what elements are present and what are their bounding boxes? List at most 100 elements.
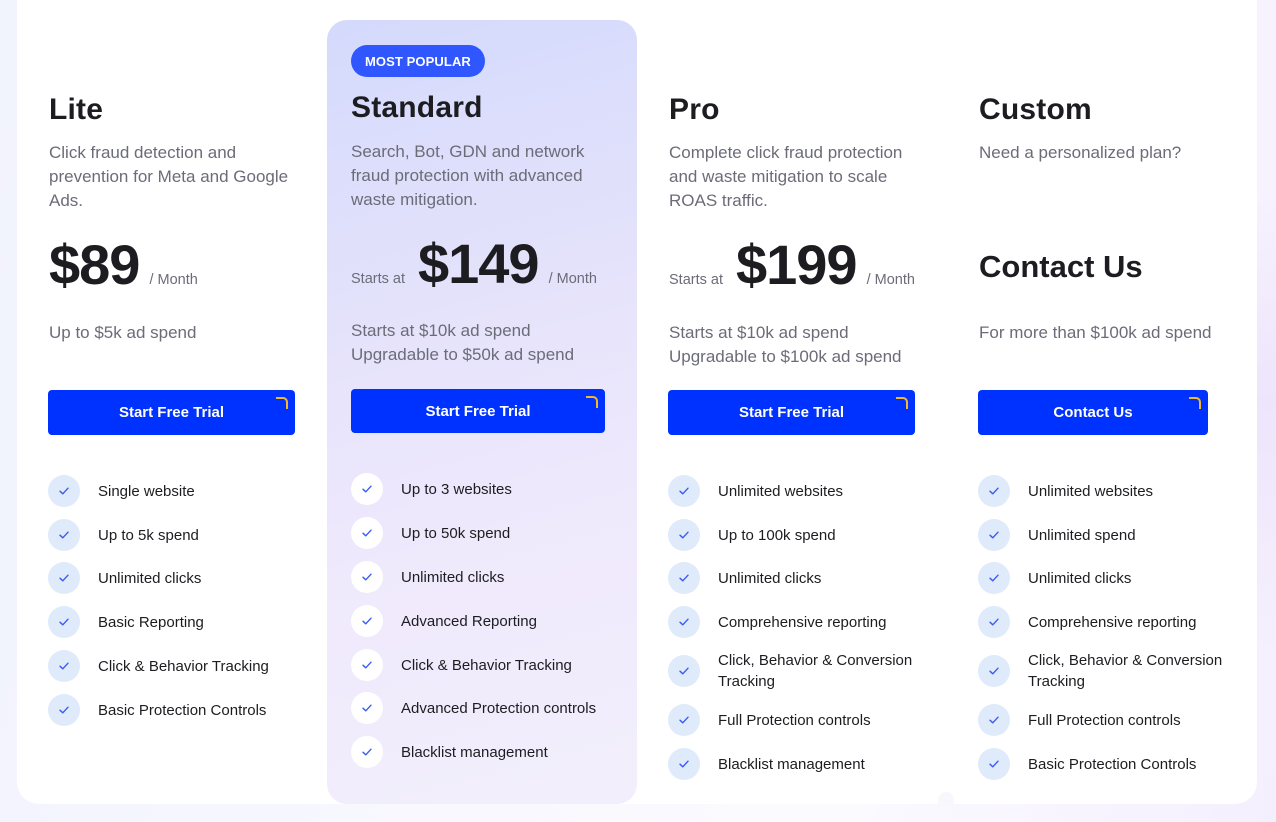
contact-us-button[interactable]: Contact Us	[978, 390, 1208, 435]
feature-item: Up to 3 websites	[351, 473, 512, 505]
plan-card-standard: MOST POPULAR Standard Search, Bot, GDN a…	[327, 20, 637, 804]
check-icon	[978, 655, 1010, 687]
feature-label: Comprehensive reporting	[718, 613, 887, 631]
feature-item: Up to 5k spend	[48, 519, 199, 551]
button-label: Start Free Trial	[738, 404, 845, 421]
ad-spend-line: Upgradable to $50k ad spend	[351, 345, 575, 364]
feature-label: Basic Protection Controls	[98, 701, 267, 719]
feature-item: Click & Behavior Tracking	[351, 649, 572, 681]
ad-spend-info: Up to $5k ad spend	[49, 321, 196, 345]
ad-spend-info: For more than $100k ad spend	[979, 321, 1211, 345]
check-icon	[668, 519, 700, 551]
check-icon	[351, 736, 383, 768]
feature-label: Single website	[98, 482, 195, 500]
button-label: Start Free Trial	[425, 402, 531, 420]
check-icon	[668, 562, 700, 594]
feature-item: Basic Reporting	[48, 606, 204, 638]
contact-heading: Contact Us	[979, 249, 1143, 284]
feature-label: Unlimited clicks	[401, 568, 505, 586]
billing-period: / Month	[866, 272, 915, 288]
check-icon	[668, 475, 700, 507]
plan-name: Pro	[669, 93, 720, 126]
price: $89	[49, 233, 140, 296]
feature-label: Comprehensive reporting	[1028, 613, 1197, 631]
plan-card-custom: Custom Need a personalized plan? Contact…	[947, 0, 1257, 804]
feature-label: Unlimited clicks	[98, 569, 202, 587]
ad-spend-line: Upgradable to $100k ad spend	[669, 347, 902, 366]
plan-card-pro: Pro Complete click fraud protection and …	[637, 0, 947, 804]
price: $149	[418, 232, 540, 295]
plan-card-lite: Lite Click fraud detection and preventio…	[17, 0, 327, 804]
feature-item: Full Protection controls	[978, 704, 1181, 736]
billing-period: / Month	[149, 272, 198, 288]
ad-spend-info: Starts at $10k ad spend Upgradable to $1…	[669, 321, 902, 369]
check-icon	[351, 605, 383, 637]
corner-accent-icon	[586, 396, 598, 408]
price-row: Starts at $149 / Month	[351, 231, 597, 296]
plan-description: Complete click fraud protection and wast…	[669, 143, 903, 210]
price: $199	[736, 233, 858, 296]
feature-item: Comprehensive reporting	[978, 606, 1196, 638]
corner-accent-icon	[276, 397, 288, 409]
feature-label: Full Protection controls	[718, 711, 871, 729]
check-icon	[668, 748, 700, 780]
feature-label: Advanced Reporting	[401, 612, 537, 630]
plan-name: Standard	[351, 91, 483, 124]
starts-at-label: Starts at	[351, 271, 405, 287]
check-icon	[978, 704, 1010, 736]
feature-label: Up to 5k spend	[98, 526, 199, 544]
check-icon	[48, 694, 80, 726]
check-icon	[48, 606, 80, 638]
feature-label: Blacklist management	[401, 743, 548, 761]
feature-item: Basic Protection Controls	[978, 748, 1196, 780]
feature-item: Blacklist management	[668, 748, 865, 780]
ad-spend-line: Starts at $10k ad spend	[351, 321, 531, 340]
feature-item: Unlimited clicks	[668, 562, 821, 594]
button-label: Start Free Trial	[118, 404, 225, 421]
feature-label: Up to 100k spend	[718, 526, 836, 544]
feature-label: Full Protection controls	[1028, 711, 1181, 729]
feature-item: Up to 50k spend	[351, 517, 510, 549]
feature-item: Click & Behavior Tracking	[48, 650, 269, 682]
start-free-trial-button[interactable]: Start Free Trial	[668, 390, 915, 435]
feature-label: Click & Behavior Tracking	[401, 656, 572, 674]
feature-item: Basic Protection Controls	[48, 694, 266, 726]
check-icon	[978, 519, 1010, 551]
feature-label: Click, Behavior & Conversion Tracking	[1028, 652, 1223, 690]
feature-item: Advanced Reporting	[351, 605, 537, 637]
check-icon	[351, 517, 383, 549]
feature-label: Unlimited clicks	[718, 569, 822, 587]
plan-description: Need a personalized plan?	[979, 143, 1182, 162]
check-icon	[48, 475, 80, 507]
feature-label: Click & Behavior Tracking	[98, 657, 269, 675]
feature-label: Up to 50k spend	[401, 524, 511, 542]
button-label: Contact Us	[1053, 404, 1133, 421]
background-glow	[1257, 190, 1276, 660]
start-free-trial-button[interactable]: Start Free Trial	[351, 389, 605, 433]
check-icon	[351, 692, 383, 724]
feature-item: Comprehensive reporting	[668, 606, 886, 638]
feature-label: Unlimited websites	[718, 482, 844, 500]
check-icon	[351, 561, 383, 593]
check-icon	[978, 562, 1010, 594]
feature-item: Unlimited clicks	[48, 562, 201, 594]
ad-spend-line: Starts at $10k ad spend	[669, 323, 849, 342]
start-free-trial-button[interactable]: Start Free Trial	[48, 390, 295, 435]
plan-description: Search, Bot, GDN and network fraud prote…	[351, 142, 585, 209]
feature-item: Unlimited clicks	[351, 561, 504, 593]
billing-period: / Month	[548, 271, 597, 287]
feature-item: Full Protection controls	[668, 704, 871, 736]
check-icon	[668, 606, 700, 638]
price-row: Starts at $199 / Month	[669, 232, 915, 297]
feature-label: Unlimited clicks	[1028, 569, 1132, 587]
price-row: $89 / Month	[49, 232, 198, 297]
feature-item: Unlimited websites	[978, 475, 1153, 507]
feature-label: Unlimited websites	[1028, 482, 1154, 500]
check-icon	[48, 650, 80, 682]
check-icon	[978, 606, 1010, 638]
feature-label: Unlimited spend	[1028, 526, 1136, 544]
corner-accent-icon	[896, 397, 908, 409]
check-icon	[978, 475, 1010, 507]
check-icon	[48, 562, 80, 594]
check-icon	[351, 473, 383, 505]
